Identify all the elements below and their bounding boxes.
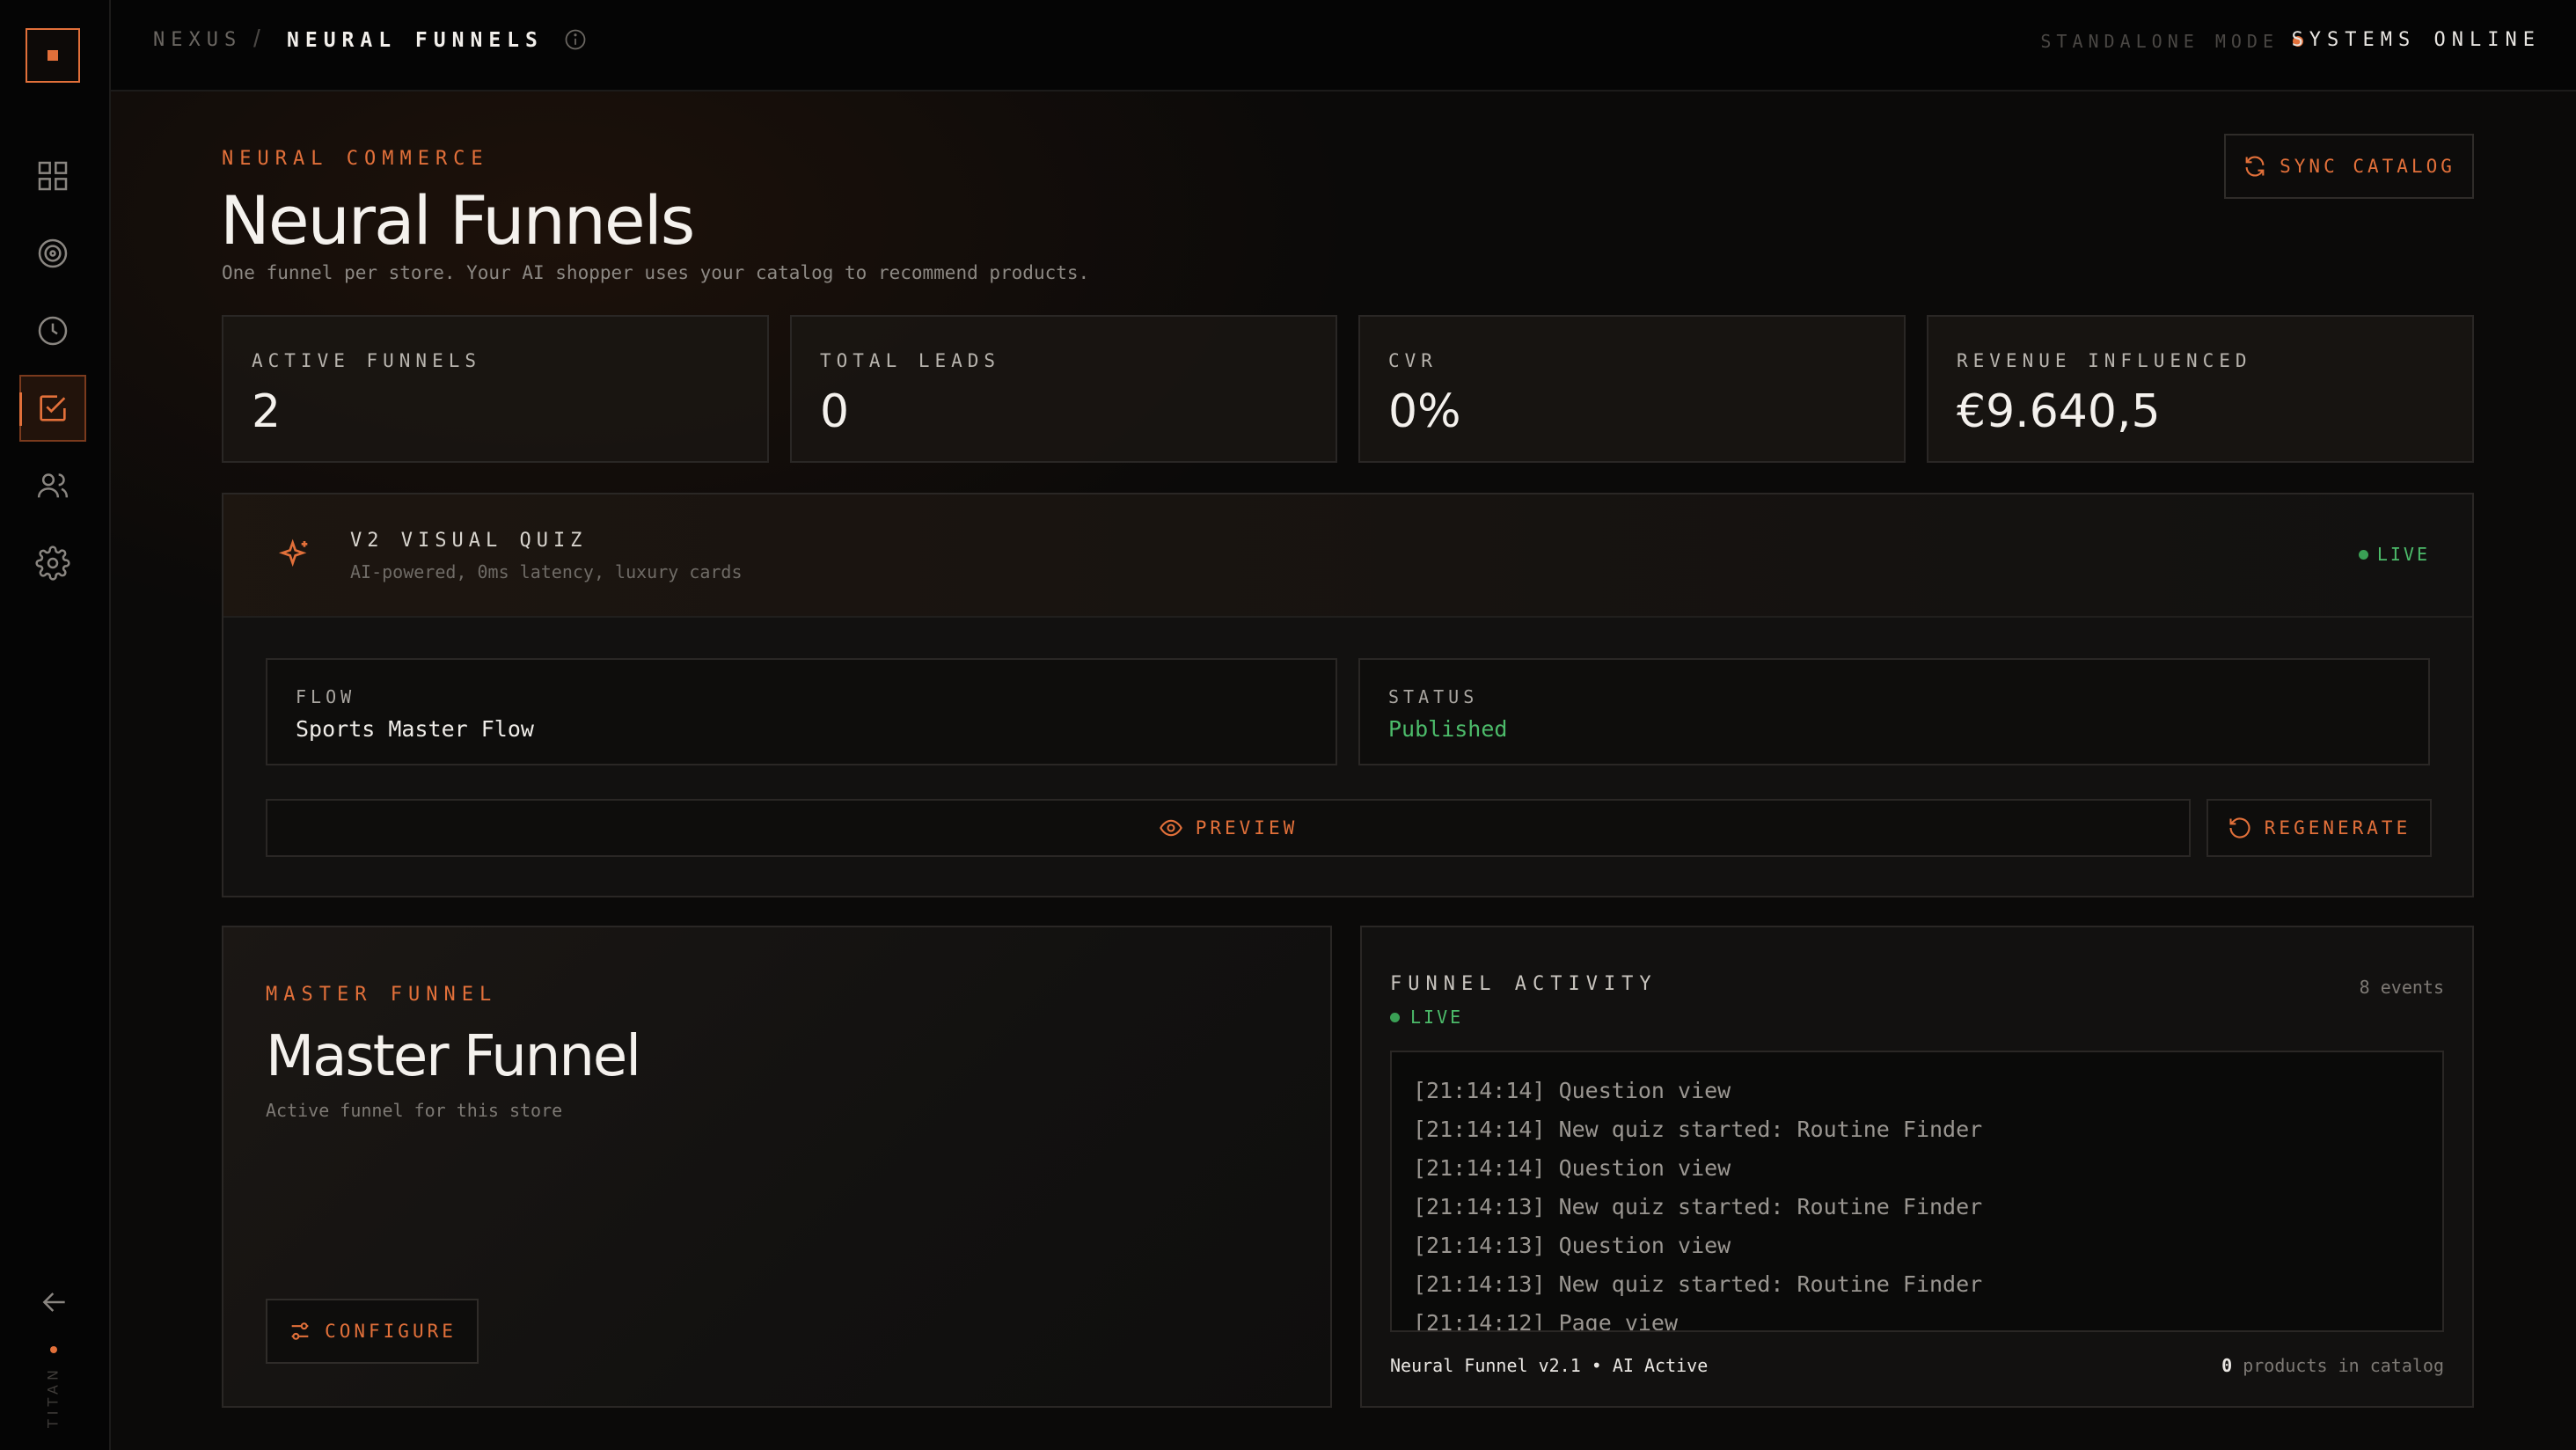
- log-entry: [21:14:13] Question view: [1413, 1233, 1731, 1258]
- live-badge: LIVE: [2358, 544, 2430, 565]
- sidebar-item-targets[interactable]: [19, 220, 86, 287]
- version-label: Neural Funnel v2.1 • AI Active: [1390, 1355, 1709, 1376]
- main-content: NEURAL COMMERCE Neural Funnels One funne…: [111, 92, 2576, 1450]
- sidebar: TITAN: [0, 0, 111, 1450]
- sidebar-item-settings[interactable]: [19, 530, 86, 597]
- arrow-left-icon[interactable]: [37, 1285, 72, 1320]
- topbar: NEXUS / NEURAL FUNNELS STANDALONE MODE S…: [111, 0, 2576, 92]
- flow-label: FLOW: [296, 686, 356, 707]
- visual-quiz-panel: V2 VISUAL QUIZ AI-powered, 0ms latency, …: [222, 493, 2474, 897]
- master-eyebrow: MASTER FUNNEL: [266, 984, 498, 1006]
- brand-label: TITAN: [44, 1366, 62, 1429]
- breadcrumb-current: NEURAL FUNNELS: [287, 29, 544, 52]
- sidebar-item-history[interactable]: [19, 297, 86, 364]
- stat-value: 0: [820, 385, 850, 438]
- stat-label: REVENUE INFLUENCED: [1957, 350, 2252, 371]
- preview-button[interactable]: PREVIEW: [266, 799, 2191, 857]
- live-label: LIVE: [2376, 544, 2430, 565]
- preview-label: PREVIEW: [1195, 817, 1299, 839]
- sync-catalog-label: SYNC CATALOG: [2280, 156, 2455, 177]
- eye-icon: [1159, 819, 1182, 837]
- page-subtitle: One funnel per store. Your AI shopper us…: [222, 262, 1090, 283]
- flow-value: Sports Master Flow: [296, 716, 534, 742]
- regenerate-button[interactable]: REGENERATE: [2206, 799, 2432, 857]
- master-title: Master Funnel: [266, 1024, 641, 1089]
- grid-icon: [38, 161, 68, 191]
- status-value: Published: [1388, 716, 1508, 742]
- catalog-count: 0 products in catalog: [2221, 1355, 2444, 1376]
- quiz-header: V2 VISUAL QUIZ AI-powered, 0ms latency, …: [223, 494, 2472, 618]
- refresh-icon: [2245, 156, 2265, 177]
- sidebar-item-users[interactable]: [19, 452, 86, 519]
- gear-icon: [35, 546, 70, 581]
- quiz-subtitle: AI-powered, 0ms latency, luxury cards: [350, 561, 743, 582]
- activity-log[interactable]: [21:14:14] Question view [21:14:14] New …: [1390, 1051, 2444, 1332]
- live-dot: [1390, 1012, 1400, 1022]
- funnel-activity-panel: FUNNEL ACTIVITY 8 events LIVE [21:14:14]…: [1360, 926, 2474, 1408]
- mode-label: STANDALONE MODE: [2040, 31, 2279, 52]
- info-icon[interactable]: [563, 27, 588, 52]
- catalog-count-value: 0: [2221, 1355, 2233, 1376]
- stat-card-active-funnels: ACTIVE FUNNELS 2: [222, 315, 769, 463]
- live-dot: [2358, 549, 2368, 560]
- stat-label: ACTIVE FUNNELS: [252, 350, 482, 371]
- sliders-icon: [291, 1322, 309, 1340]
- log-entry: [21:14:14] Question view: [1413, 1078, 1731, 1103]
- page-eyebrow: NEURAL COMMERCE: [222, 148, 489, 170]
- stat-value: 0%: [1388, 385, 1461, 438]
- stat-card-cvr: CVR 0%: [1358, 315, 1906, 463]
- sidebar-item-dashboard[interactable]: [19, 143, 86, 209]
- stat-card-total-leads: TOTAL LEADS 0: [790, 315, 1337, 463]
- logo-mark: [48, 50, 58, 61]
- stat-label: CVR: [1388, 350, 1438, 371]
- clock-icon: [38, 316, 68, 346]
- rotate-ccw-icon: [2229, 817, 2250, 839]
- breadcrumb-separator: /: [253, 25, 260, 52]
- catalog-count-suffix: products in catalog: [2232, 1355, 2444, 1376]
- system-status: SYSTEMS ONLINE: [2291, 29, 2541, 51]
- sync-catalog-button[interactable]: SYNC CATALOG: [2224, 134, 2474, 199]
- stat-label: TOTAL LEADS: [820, 350, 1001, 371]
- regenerate-label: REGENERATE: [2264, 817, 2411, 839]
- stat-value: €9.640,5: [1957, 385, 2161, 438]
- activity-live-label: LIVE: [1410, 1007, 1464, 1028]
- stat-value: 2: [252, 385, 282, 438]
- sidebar-item-funnels[interactable]: [19, 375, 86, 442]
- activity-title: FUNNEL ACTIVITY: [1390, 973, 1658, 995]
- log-entry: [21:14:14] New quiz started: Routine Fin…: [1413, 1117, 1983, 1142]
- activity-live-indicator: LIVE: [1390, 1007, 1463, 1028]
- event-count: 8 events: [2359, 977, 2444, 998]
- brand-dot: [50, 1346, 57, 1353]
- master-subtitle: Active funnel for this store: [266, 1100, 563, 1121]
- log-entry: [21:14:14] Question view: [1413, 1155, 1731, 1181]
- log-entry: [21:14:12] Page view: [1413, 1310, 1679, 1332]
- breadcrumb-root[interactable]: NEXUS: [153, 29, 242, 51]
- target-icon: [38, 238, 68, 268]
- sparkles-icon: [278, 538, 308, 568]
- stat-card-revenue: REVENUE INFLUENCED €9.640,5: [1927, 315, 2474, 463]
- quiz-title: V2 VISUAL QUIZ: [350, 530, 588, 552]
- log-entry: [21:14:13] New quiz started: Routine Fin…: [1413, 1194, 1983, 1219]
- flow-field: FLOW Sports Master Flow: [266, 658, 1337, 765]
- configure-button[interactable]: CONFIGURE: [266, 1299, 479, 1364]
- page-title: Neural Funnels: [220, 181, 695, 260]
- configure-label: CONFIGURE: [325, 1321, 457, 1342]
- status-label: STATUS: [1388, 686, 1479, 707]
- checkbox-icon: [40, 395, 66, 421]
- status-field: STATUS Published: [1358, 658, 2430, 765]
- master-funnel-card: MASTER FUNNEL Master Funnel Active funne…: [222, 926, 1332, 1408]
- users-icon: [37, 473, 69, 498]
- logo[interactable]: [26, 28, 80, 83]
- log-entry: [21:14:13] New quiz started: Routine Fin…: [1413, 1271, 1983, 1297]
